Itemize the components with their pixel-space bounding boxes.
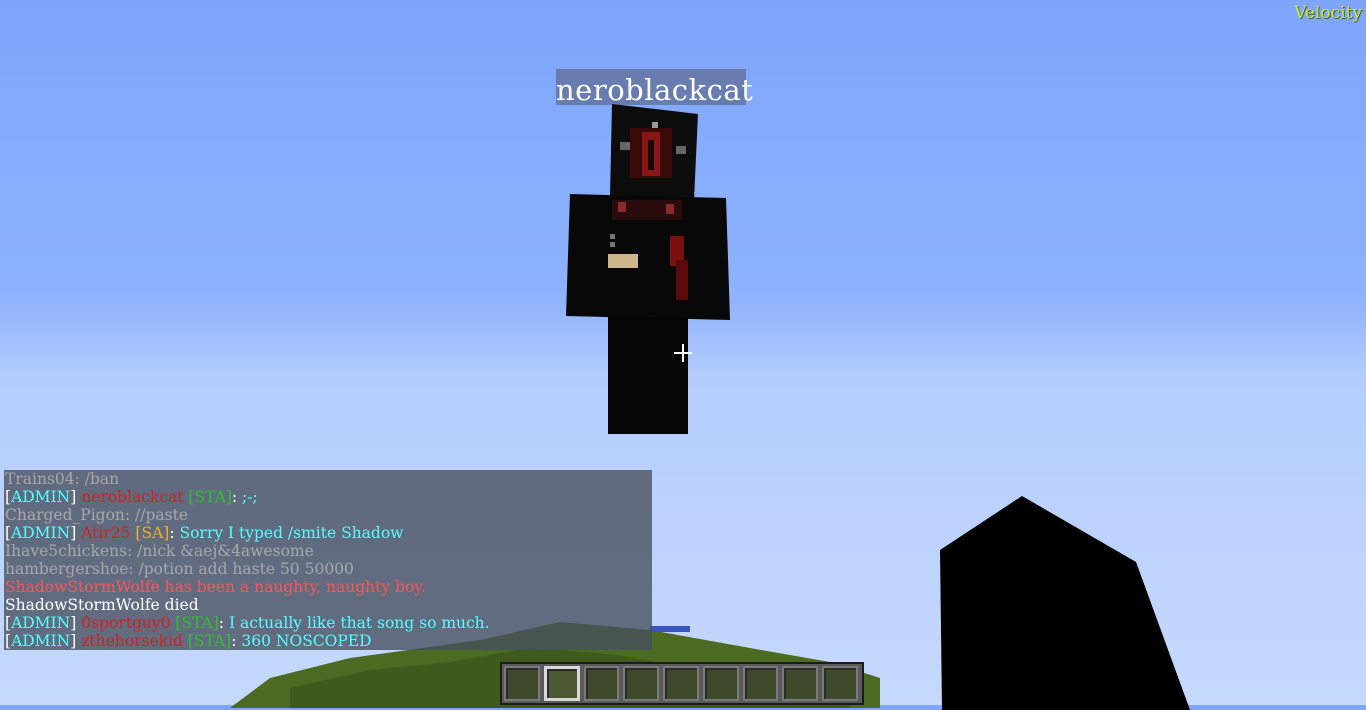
chat-segment: ADMIN bbox=[11, 614, 71, 632]
hotbar-slot-7[interactable] bbox=[742, 666, 779, 701]
chat-line: ShadowStormWolfe has been a naughty, nau… bbox=[4, 578, 652, 596]
hotbar-slot-4[interactable] bbox=[623, 666, 660, 701]
chat-segment: : bbox=[218, 614, 229, 632]
hotbar-slot-5[interactable] bbox=[663, 666, 699, 701]
chat-segment: hambergershoe: /potion add haste 50 5000… bbox=[5, 560, 354, 578]
chat-segment: Atir25 bbox=[81, 524, 131, 542]
hotbar-slot-2[interactable] bbox=[543, 666, 580, 701]
chat-segment: 0sportguy0 bbox=[81, 614, 171, 632]
chat-segment: ;-; bbox=[241, 488, 258, 506]
hotbar-slot-8[interactable] bbox=[782, 666, 819, 701]
hotbar-slot-6[interactable] bbox=[702, 666, 739, 701]
chat-line: hambergershoe: /potion add haste 50 5000… bbox=[4, 560, 652, 578]
hotbar-slot-3[interactable] bbox=[583, 666, 620, 701]
chat-segment: ShadowStormWolfe died bbox=[5, 596, 199, 614]
crosshair bbox=[674, 344, 692, 362]
chat-segment: 360 NOSCOPED bbox=[241, 632, 372, 650]
chat-segment: ] bbox=[70, 488, 82, 506]
chat-segment: [SA] bbox=[130, 524, 170, 542]
chat-segment: [STA] bbox=[183, 488, 232, 506]
chat-line: Charged_Pigon: //paste bbox=[4, 506, 652, 524]
chat-segment: ShadowStormWolfe has been a naughty, nau… bbox=[5, 578, 426, 596]
chat-segment: ] bbox=[70, 632, 82, 650]
chat-segment: [STA] bbox=[182, 632, 232, 650]
chat-segment: Charged_Pigon: //paste bbox=[5, 506, 188, 524]
hotbar-slot-9[interactable] bbox=[822, 666, 859, 701]
chat-segment: : bbox=[231, 488, 242, 506]
chat-segment: ADMIN bbox=[11, 488, 71, 506]
chat-segment: I actually like that song so much. bbox=[228, 614, 490, 632]
chat-line: [ADMIN] zthehorsekid [STA]: 360 NOSCOPED bbox=[4, 632, 652, 650]
hotbar[interactable] bbox=[500, 662, 864, 705]
chat-segment: ] bbox=[70, 614, 82, 632]
chat-line: Trains04: /ban bbox=[4, 470, 652, 488]
chat-line: [ADMIN] Atir25 [SA]: Sorry I typed /smit… bbox=[4, 524, 652, 542]
chat-segment: Ihave5chickens: /nick &aej&4awesome bbox=[5, 542, 314, 560]
chat-segment: neroblackcat bbox=[81, 488, 184, 506]
chat-panel: Trains04: /ban [ADMIN] neroblackcat [STA]… bbox=[4, 470, 652, 650]
chat-line: [ADMIN] 0sportguy0 [STA]: I actually lik… bbox=[4, 614, 652, 632]
chat-line: ShadowStormWolfe died bbox=[4, 596, 652, 614]
chat-segment: zthehorsekid bbox=[81, 632, 183, 650]
chat-segment: : bbox=[169, 524, 180, 542]
player-character[interactable] bbox=[560, 100, 740, 440]
chat-segment: Trains04: /ban bbox=[5, 470, 120, 488]
hotbar-slot-1[interactable] bbox=[504, 666, 540, 701]
dark-block-structure bbox=[940, 496, 1190, 710]
chat-segment: : bbox=[231, 632, 242, 650]
chat-segment: [STA] bbox=[170, 614, 219, 632]
chat-segment: ADMIN bbox=[11, 632, 71, 650]
chat-segment: ADMIN bbox=[11, 524, 71, 542]
mod-label: Velocity bbox=[1294, 3, 1362, 23]
chat-segment: ] bbox=[70, 524, 82, 542]
chat-segment: Sorry I typed /smite Shadow bbox=[179, 524, 404, 542]
chat-line: [ADMIN] neroblackcat [STA]: ;-; bbox=[4, 488, 652, 506]
chat-line: Ihave5chickens: /nick &aej&4awesome bbox=[4, 542, 652, 560]
